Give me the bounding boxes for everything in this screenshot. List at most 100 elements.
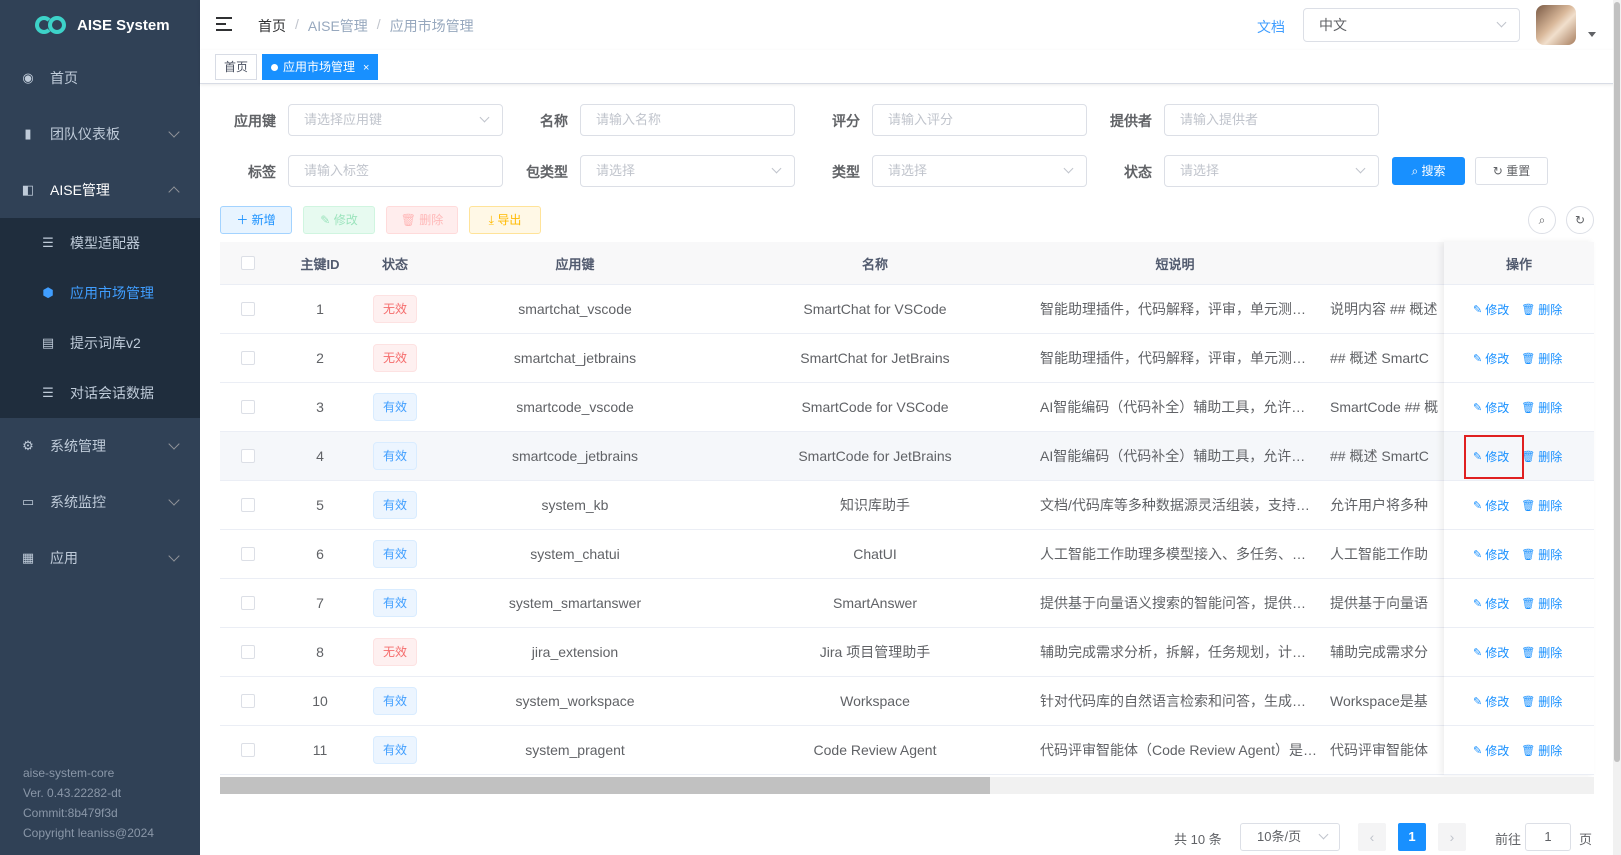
prev-page-button[interactable]: ‹	[1358, 823, 1386, 851]
row-delete-button[interactable]: 🗑 删除	[1521, 448, 1562, 465]
col-name[interactable]: 名称	[725, 242, 1025, 284]
sidebar-item-model-adapter[interactable]: ☰ 模型适配器	[0, 218, 200, 268]
add-button[interactable]: ＋ 新增	[220, 206, 292, 234]
row-delete-button[interactable]: 🗑 删除	[1521, 742, 1562, 759]
cell-id: 4	[316, 448, 324, 464]
table-row[interactable]: 5 有效 system_kb 知识库助手 文档/代码库等多种数据源灵活组装，支持… 允许用…	[220, 481, 1594, 530]
language-select[interactable]: 中文	[1303, 8, 1520, 42]
sidebar-item-system-monitor[interactable]: ▭ 系统监控	[0, 474, 200, 530]
row-delete-button[interactable]: 🗑 删除	[1521, 301, 1562, 318]
row-edit-button[interactable]: ✎ 修改	[1473, 644, 1509, 661]
row-checkbox[interactable]	[240, 596, 255, 610]
row-checkbox[interactable]	[240, 694, 255, 708]
sidebar-item-app-market[interactable]: ⬢ 应用市场管理	[0, 268, 200, 318]
page-size-select[interactable]: 10条/页	[1240, 823, 1340, 851]
sidebar-item-team-dashboard[interactable]: ▮ 团队仪表板	[0, 106, 200, 162]
provider-input[interactable]: 请输入提供者	[1164, 104, 1379, 136]
table-horizontal-scrollbar[interactable]	[220, 777, 1594, 794]
table-row[interactable]: 1 无效 smartchat_vscode SmartChat for VSCode 智…	[220, 285, 1594, 334]
table-row[interactable]: 11 有效 system_pragent Code Review Agent 代码评审智…	[220, 726, 1594, 775]
breadcrumb-home[interactable]: 首页	[258, 16, 286, 36]
table-row[interactable]: 8 无效 jira_extension Jira 项目管理助手 辅助完成需求分析，拆解，…	[220, 628, 1594, 677]
row-edit-button[interactable]: ✎ 修改	[1473, 693, 1509, 710]
search-button[interactable]: ⌕ 搜索	[1392, 157, 1465, 185]
col-status[interactable]: 状态	[365, 242, 425, 284]
status-select[interactable]: 请选择	[1164, 155, 1379, 187]
row-checkbox[interactable]	[240, 351, 255, 365]
row-edit-button[interactable]: ✎ 修改	[1473, 350, 1509, 367]
table-row[interactable]: 7 有效 system_smartanswer SmartAnswer 提供基于向量语义…	[220, 579, 1594, 628]
toggle-search-icon[interactable]: ⌕	[1528, 206, 1556, 234]
tag-app-market[interactable]: 应用市场管理 ×	[262, 54, 379, 80]
avatar[interactable]	[1536, 5, 1576, 45]
export-button[interactable]: ⤓ 导出	[469, 206, 541, 234]
rating-input[interactable]: 请输入评分	[872, 104, 1087, 136]
table-row[interactable]: 3 有效 smartcode_vscode SmartCode for VSCode A…	[220, 383, 1594, 432]
page-scrollbar[interactable]	[1613, 0, 1621, 855]
row-edit-button[interactable]: ✎ 修改	[1473, 546, 1509, 563]
row-delete-button[interactable]: 🗑 删除	[1521, 399, 1562, 416]
row-checkbox[interactable]	[240, 400, 255, 414]
col-id[interactable]: 主键ID	[275, 242, 365, 284]
package-type-select[interactable]: 请选择	[580, 155, 795, 187]
name-input[interactable]: 请输入名称	[580, 104, 795, 136]
col-short-desc[interactable]: 短说明	[1025, 242, 1325, 284]
tag-input[interactable]: 请输入标签	[288, 155, 503, 187]
cell-name: 知识库助手	[840, 497, 910, 513]
row-checkbox[interactable]	[240, 645, 255, 659]
language-value: 中文	[1319, 17, 1347, 33]
row-checkbox[interactable]	[240, 743, 255, 757]
sidebar-item-label: 首页	[50, 70, 78, 86]
total-count: 共 10 条	[1174, 832, 1222, 847]
edit-icon: ✎	[320, 213, 334, 227]
edit-button[interactable]: ✎ 修改	[303, 206, 375, 234]
row-checkbox[interactable]	[240, 547, 255, 561]
row-delete-button[interactable]: 🗑 删除	[1521, 497, 1562, 514]
row-checkbox[interactable]	[240, 449, 255, 463]
hamburger-icon[interactable]	[216, 17, 232, 31]
row-edit-button[interactable]: ✎ 修改	[1473, 595, 1509, 612]
row-delete-button[interactable]: 🗑 删除	[1521, 595, 1562, 612]
chevron-down-icon	[771, 163, 782, 174]
sidebar-item-apps[interactable]: ▦ 应用	[0, 530, 200, 586]
cell-app-key: smartcode_vscode	[516, 399, 634, 415]
type-select[interactable]: 请选择	[872, 155, 1087, 187]
table-body: 1 无效 smartchat_vscode SmartChat for VSCode 智…	[220, 285, 1594, 775]
close-icon[interactable]: ×	[363, 62, 369, 74]
next-page-button[interactable]: ›	[1438, 823, 1466, 851]
row-edit-button[interactable]: ✎ 修改	[1473, 301, 1509, 318]
goto-page-input[interactable]: 1	[1525, 823, 1571, 851]
sidebar-item-home[interactable]: ◉ 首页	[0, 50, 200, 106]
row-edit-button[interactable]: ✎ 修改	[1473, 742, 1509, 759]
refresh-icon[interactable]: ↻	[1566, 206, 1594, 234]
sidebar-item-aise[interactable]: ◧ AISE管理	[0, 162, 200, 218]
logo[interactable]: AISE System	[0, 0, 200, 50]
reset-button[interactable]: ↻ 重置	[1475, 157, 1548, 185]
sidebar-item-label: 应用市场管理	[70, 285, 154, 301]
sidebar-item-prompt-library[interactable]: ▤ 提示词库v2	[0, 318, 200, 368]
delete-button[interactable]: 🗑 删除	[386, 206, 458, 234]
row-delete-button[interactable]: 🗑 删除	[1521, 546, 1562, 563]
table-row[interactable]: 6 有效 system_chatui ChatUI 人工智能工作助理多模型接入、多任务、…	[220, 530, 1594, 579]
col-app-key[interactable]: 应用键	[425, 242, 725, 284]
row-edit-button[interactable]: ✎ 修改	[1473, 497, 1509, 514]
sidebar-item-conversation-data[interactable]: ☰ 对话会话数据	[0, 368, 200, 418]
cell-name: Workspace	[840, 693, 910, 709]
caret-down-icon[interactable]	[1588, 32, 1596, 37]
page-1-button[interactable]: 1	[1398, 823, 1426, 851]
row-delete-button[interactable]: 🗑 删除	[1521, 644, 1562, 661]
row-edit-button[interactable]: ✎ 修改	[1473, 399, 1509, 416]
row-delete-button[interactable]: 🗑 删除	[1521, 350, 1562, 367]
table-row[interactable]: 2 无效 smartchat_jetbrains SmartChat for JetB…	[220, 334, 1594, 383]
row-delete-button[interactable]: 🗑 删除	[1521, 693, 1562, 710]
select-all-checkbox[interactable]	[240, 256, 255, 270]
table-row[interactable]: 4 有效 smartcode_jetbrains SmartCode for JetB…	[220, 432, 1594, 481]
app-key-select[interactable]: 请选择应用键	[288, 104, 503, 136]
row-checkbox[interactable]	[240, 302, 255, 316]
chevron-down-icon	[479, 112, 490, 123]
tag-home[interactable]: 首页	[215, 54, 258, 80]
docs-link[interactable]: 文档	[1257, 17, 1285, 37]
sidebar-item-system-admin[interactable]: ⚙ 系统管理	[0, 418, 200, 474]
row-checkbox[interactable]	[240, 498, 255, 512]
table-row[interactable]: 10 有效 system_workspace Workspace 针对代码库的自然语言检…	[220, 677, 1594, 726]
